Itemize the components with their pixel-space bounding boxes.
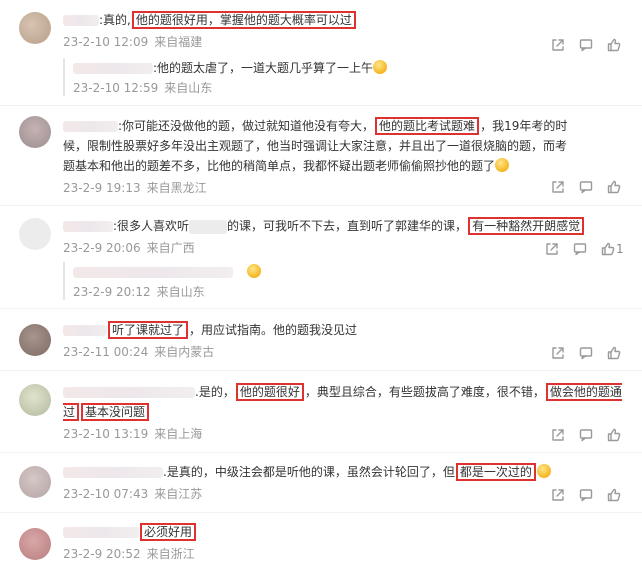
- like-icon[interactable]: [600, 486, 628, 504]
- comment-actions: [544, 486, 628, 504]
- comment-date: 23-2-10 12:09: [63, 35, 149, 49]
- comment-text: .是真的，中级注会都是听他的课，虽然会计轮回了，但 都是一次过的: [63, 462, 624, 482]
- reply-icon[interactable]: [572, 178, 600, 196]
- comment-location: 来自内蒙古: [154, 345, 215, 359]
- comment-actions: [544, 344, 628, 362]
- comment-location: 来自上海: [154, 427, 203, 441]
- comment-date: 23-2-9 20:52: [63, 547, 141, 561]
- comment-meta: 23-2-10 12:09 来自福建: [63, 34, 624, 50]
- reply-icon[interactable]: [572, 486, 600, 504]
- share-icon[interactable]: [544, 426, 572, 444]
- share-icon[interactable]: [544, 178, 572, 196]
- avatar[interactable]: [19, 12, 51, 44]
- comment-location: 来自江苏: [154, 487, 203, 501]
- share-icon[interactable]: [538, 240, 566, 258]
- highlight-box: 他的题很好用，掌握他的题大概率可以过: [131, 11, 356, 29]
- blurred-name: [189, 219, 228, 234]
- reply-icon[interactable]: [572, 344, 600, 362]
- reply-location: 来自山东: [156, 285, 205, 299]
- comment-meta: 23-2-11 00:24 来自内蒙古: [63, 344, 624, 360]
- reply-icon[interactable]: [572, 426, 600, 444]
- highlight-box: 有一种豁然开朗感觉: [468, 217, 585, 235]
- comment-actions: [544, 178, 628, 196]
- username-blurred[interactable]: [63, 15, 99, 26]
- comment-meta: 23-2-10 13:19 来自上海: [63, 426, 624, 442]
- reply-date: 23-2-10 12:59: [73, 81, 159, 95]
- comment-date: 23-2-10 13:19: [63, 427, 149, 441]
- comment-meta: 23-2-9 20:52 来自浙江: [63, 546, 624, 562]
- comment-location: 来自浙江: [146, 547, 195, 561]
- laugh-emoji-icon: [536, 464, 551, 478]
- username-blurred[interactable]: [63, 387, 195, 398]
- highlight-box: 听了课就过了: [108, 321, 189, 339]
- avatar[interactable]: [19, 528, 51, 560]
- avatar[interactable]: [19, 384, 51, 416]
- comment-text: :真的, 他的题很好用，掌握他的题大概率可以过: [63, 10, 624, 30]
- laugh-emoji-icon: [373, 60, 388, 74]
- username-blurred[interactable]: [63, 467, 163, 478]
- highlight-box: 他的题很好: [235, 383, 304, 401]
- divider: [0, 512, 642, 513]
- like-icon[interactable]: [600, 426, 628, 444]
- like-count: 1: [616, 242, 624, 256]
- comment-meta: 23-2-10 07:43 来自江苏: [63, 486, 624, 502]
- comment-actions: [544, 36, 628, 54]
- share-icon[interactable]: [544, 36, 572, 54]
- comment-text: :你可能还没做他的题，做过就知道他没有夸大， 他的题比考试题难 ，我19年考的时候，…: [63, 117, 568, 173]
- reply-text: :他的题太虐了，一道大题几乎算了一上午: [153, 61, 374, 75]
- comment-text: 听了课就过了 ，用应试指南。他的题我没见过: [63, 320, 624, 340]
- reply-date: 23-2-9 20:12: [73, 285, 151, 299]
- share-icon[interactable]: [544, 486, 572, 504]
- divider: [0, 452, 642, 453]
- comment-actions: 1: [538, 240, 628, 258]
- username-blurred[interactable]: [63, 325, 107, 336]
- username-blurred[interactable]: [63, 527, 139, 538]
- comment-text: .是的， 他的题很好 ，典型且综合，有些题拔高了难度，很不错， 做会他的题通过 基本没问…: [63, 383, 622, 421]
- comment-date: 23-2-9 20:06: [63, 241, 141, 255]
- like-icon[interactable]: [600, 36, 628, 54]
- divider: [0, 205, 642, 206]
- reply-icon[interactable]: [566, 240, 594, 258]
- highlight-box: 都是一次过的: [455, 463, 536, 481]
- username-blurred[interactable]: [63, 121, 118, 132]
- divider: [0, 105, 642, 106]
- comment-actions: [544, 426, 628, 444]
- comment-date: 23-2-9 19:13: [63, 181, 141, 195]
- laugh-emoji-icon: [247, 264, 261, 278]
- highlight-box: 他的题比考试题难: [375, 117, 480, 135]
- avatar[interactable]: [19, 466, 51, 498]
- username-blurred[interactable]: [73, 267, 233, 278]
- reply-location: 来自山东: [164, 81, 213, 95]
- comment-location: 来自黑龙江: [146, 181, 207, 195]
- comment-location: 来自广西: [146, 241, 195, 255]
- divider: [0, 308, 642, 309]
- highlight-box: 基本没问题: [81, 403, 150, 421]
- highlight-box: 必须好用: [140, 523, 197, 541]
- like-icon[interactable]: [600, 344, 628, 362]
- avatar[interactable]: [19, 324, 51, 356]
- reply-icon[interactable]: [572, 36, 600, 54]
- share-icon[interactable]: [544, 344, 572, 362]
- laugh-emoji-icon: [495, 158, 510, 172]
- avatar[interactable]: [19, 218, 51, 250]
- divider: [0, 370, 642, 371]
- avatar[interactable]: [19, 116, 51, 148]
- username-blurred[interactable]: [63, 221, 113, 232]
- comment-text: :很多人喜欢听 的课，可我听不下去，直到听了郭建华的课， 有一种豁然开朗感觉: [63, 216, 624, 236]
- reply-1: :他的题太虐了，一道大题几乎算了一上午 23-2-10 12:59 来自山东: [63, 58, 624, 96]
- comment-meta: 23-2-9 19:13 来自黑龙江: [63, 180, 578, 196]
- reply-3: 23-2-9 20:12 来自山东: [63, 262, 624, 300]
- like-icon[interactable]: [600, 178, 628, 196]
- comment-date: 23-2-10 07:43: [63, 487, 149, 501]
- username-blurred[interactable]: [73, 63, 153, 74]
- comment-location: 来自福建: [154, 35, 203, 49]
- comment-date: 23-2-11 00:24: [63, 345, 149, 359]
- comment-text: 必须好用: [63, 522, 624, 542]
